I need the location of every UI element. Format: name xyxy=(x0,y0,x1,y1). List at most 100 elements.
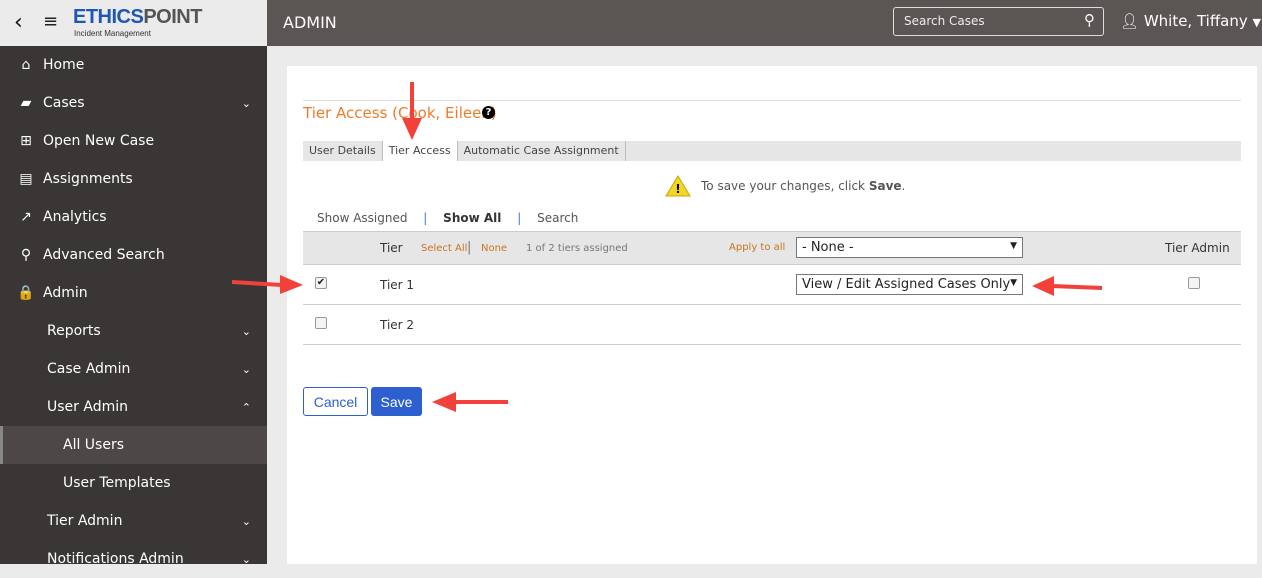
annotation-arrow-icon xyxy=(432,392,508,412)
annotation-arrow-icon xyxy=(1032,276,1103,296)
search-icon[interactable]: ⚲ xyxy=(1084,11,1095,29)
sidebar-item-notifications-admin[interactable]: Notifications Admin ⌄ xyxy=(0,540,267,578)
sidebar-item-admin[interactable]: 🔒 Admin xyxy=(0,274,267,312)
sidebar-item-case-admin[interactable]: Case Admin ⌄ xyxy=(0,350,267,388)
warning-icon: ! xyxy=(665,175,691,197)
analytics-icon: ↗ xyxy=(20,209,32,225)
sidebar-item-label: User Admin xyxy=(47,399,128,415)
divider xyxy=(303,100,1241,101)
section-title: ADMIN xyxy=(283,13,337,32)
tiers-assigned-count: 1 of 2 tiers assigned xyxy=(526,243,628,254)
brand-area: ‹ ≡ ETHICSPOINT Incident Management xyxy=(0,0,267,46)
sidebar-item-analytics[interactable]: ↗ Analytics xyxy=(0,198,267,236)
home-icon: ⌂ xyxy=(21,57,31,73)
apply-to-all-label: Apply to all xyxy=(729,242,786,253)
advanced-search-icon: ⚲ xyxy=(20,247,32,263)
main-content: Tier Access (Cook, Eileen) ? User Detail… xyxy=(287,66,1257,564)
tier-name: Tier 1 xyxy=(380,278,415,292)
select-all-link[interactable]: Select All xyxy=(421,243,467,254)
annotation-arrow-icon xyxy=(232,275,303,294)
cancel-button[interactable]: Cancel xyxy=(303,387,368,416)
svg-text:!: ! xyxy=(675,182,680,196)
apply-to-all-select[interactable]: - None - ▼ xyxy=(796,237,1023,258)
sidebar-item-label: Reports xyxy=(47,323,101,339)
sidebar: ⌂ Home ▰ Cases ⌄ ⊞ Open New Case ▤ Assignments ↗ A… xyxy=(0,46,267,567)
sidebar-item-assignments[interactable]: ▤ Assignments xyxy=(0,160,267,198)
cases-icon: ▰ xyxy=(20,95,32,111)
sidebar-item-open-new-case[interactable]: ⊞ Open New Case xyxy=(0,122,267,160)
chevron-icon: ⌄ xyxy=(241,514,251,528)
sidebar-item-label: User Templates xyxy=(63,475,171,491)
top-bar: ‹ ≡ ETHICSPOINT Incident Management ADMI… xyxy=(0,0,1262,46)
sidebar-item-label: Open New Case xyxy=(43,133,155,149)
tier-1-checkbox[interactable]: ✔ xyxy=(315,277,327,289)
notice-bold: Save xyxy=(868,179,902,193)
chevron-icon: ⌄ xyxy=(241,324,251,338)
chevron-icon: ⌃ xyxy=(241,400,251,414)
table-header: Tier Select All | None 1 of 2 tiers assi… xyxy=(303,231,1241,265)
dropdown-arrow-icon: ▼ xyxy=(1010,278,1017,288)
select-value: - None - xyxy=(802,240,854,255)
sidebar-item-label: Admin xyxy=(43,285,88,301)
logo-part-a: ETHICS xyxy=(73,6,144,28)
tier-1-access-select[interactable]: View / Edit Assigned Cases Only ▼ xyxy=(796,274,1023,295)
sidebar-item-label: Assignments xyxy=(43,171,133,187)
user-name: White, Tiffany xyxy=(1143,12,1248,30)
user-icon: 👤︎ xyxy=(1120,12,1144,30)
sidebar-item-reports[interactable]: Reports ⌄ xyxy=(0,312,267,350)
save-notice: ! To save your changes, click Save. xyxy=(665,175,905,197)
sidebar-item-home[interactable]: ⌂ Home xyxy=(0,46,267,84)
sidebar-item-user-admin[interactable]: User Admin ⌃ xyxy=(0,388,267,426)
logo-subtitle: Incident Management xyxy=(74,29,151,38)
notice-text: To save your changes, click xyxy=(701,179,866,193)
back-icon[interactable]: ‹ xyxy=(14,10,23,35)
caret-down-icon: ▼ xyxy=(1252,16,1261,29)
tier-column-header: Tier xyxy=(380,241,403,255)
assignments-icon: ▤ xyxy=(19,171,33,187)
show-assigned-link[interactable]: Show Assigned xyxy=(317,211,407,225)
open-new-case-icon: ⊞ xyxy=(20,133,32,149)
separator: | xyxy=(423,211,428,225)
tier-name: Tier 2 xyxy=(380,318,415,332)
annotation-arrow-icon xyxy=(402,82,422,140)
search-placeholder: Search Cases xyxy=(904,14,985,28)
separator: | xyxy=(517,211,522,225)
tier-admin-column-header: Tier Admin xyxy=(1165,241,1230,255)
sidebar-item-advanced-search[interactable]: ⚲ Advanced Search xyxy=(0,236,267,274)
sidebar-item-all-users[interactable]: All Users xyxy=(0,426,267,464)
search-link[interactable]: Search xyxy=(537,211,578,225)
notice-suffix: . xyxy=(901,179,906,193)
sidebar-item-label: Notifications Admin xyxy=(47,551,184,567)
sidebar-item-cases[interactable]: ▰ Cases ⌄ xyxy=(0,84,267,122)
user-menu[interactable]: 👤︎ White, Tiffany ▼ xyxy=(1120,12,1261,30)
sidebar-item-label: Home xyxy=(43,57,85,73)
show-all-link[interactable]: Show All xyxy=(443,211,501,225)
chevron-icon: ⌄ xyxy=(241,362,251,376)
tier-2-checkbox[interactable] xyxy=(315,317,327,329)
sidebar-item-label: Analytics xyxy=(43,209,107,225)
sidebar-item-tier-admin[interactable]: Tier Admin ⌄ xyxy=(0,502,267,540)
chevron-icon: ⌄ xyxy=(241,96,251,110)
save-button[interactable]: Save xyxy=(371,387,422,416)
ethicspoint-logo: ETHICSPOINT xyxy=(73,6,202,29)
hamburger-menu-icon[interactable]: ≡ xyxy=(43,11,58,32)
sidebar-item-user-templates[interactable]: User Templates xyxy=(0,464,267,502)
admin-icon: 🔒 xyxy=(17,285,35,301)
sidebar-item-label: Case Admin xyxy=(47,361,131,377)
tab-tier-access[interactable]: Tier Access xyxy=(382,141,458,161)
tab-bar: User Details Tier Access Automatic Case … xyxy=(303,141,1241,161)
table-row: Tier 2 xyxy=(303,305,1241,345)
sidebar-item-label: Advanced Search xyxy=(43,247,165,263)
filter-links: Show Assigned | Show All | Search xyxy=(317,211,590,225)
tab-automatic-case-assignment[interactable]: Automatic Case Assignment xyxy=(458,141,626,161)
sidebar-item-label: Tier Admin xyxy=(47,513,123,529)
search-cases-input[interactable]: Search Cases ⚲ xyxy=(893,7,1104,36)
help-icon[interactable]: ? xyxy=(482,106,495,119)
select-none-link[interactable]: None xyxy=(481,243,507,254)
select-value: View / Edit Assigned Cases Only xyxy=(802,277,1011,292)
separator: | xyxy=(467,240,472,255)
tab-user-details[interactable]: User Details xyxy=(303,141,383,161)
dropdown-arrow-icon: ▼ xyxy=(1010,241,1017,251)
sidebar-item-label: Cases xyxy=(43,95,85,111)
tier-1-admin-checkbox[interactable] xyxy=(1188,277,1200,289)
